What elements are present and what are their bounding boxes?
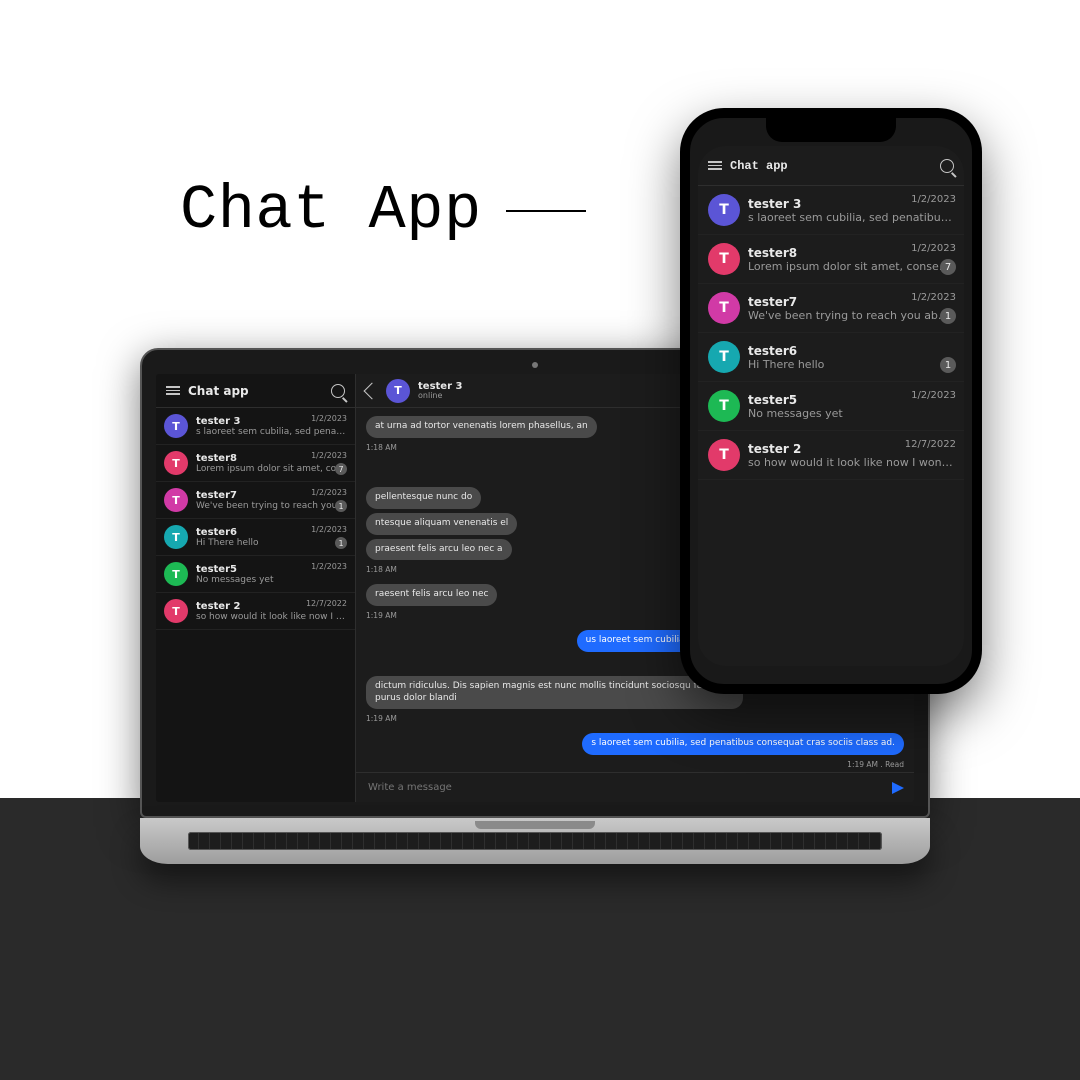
unread-badge: 7 xyxy=(940,259,956,275)
chat-sidebar: Chat app Ttester 3s laoreet sem cubilia,… xyxy=(156,374,356,802)
phone-screen: Chat app Ttester 3s laoreet sem cubilia,… xyxy=(698,146,964,666)
chat-item-preview: Lorem ipsum dolor sit amet, consectet... xyxy=(748,260,954,273)
chat-item-preview: s laoreet sem cubilia, sed penatibus co.… xyxy=(196,427,347,437)
avatar: T xyxy=(164,414,188,438)
chat-item-preview: No messages yet xyxy=(196,575,347,585)
menu-icon[interactable] xyxy=(166,386,180,395)
search-icon[interactable] xyxy=(331,384,345,398)
avatar: T xyxy=(164,599,188,623)
chat-item-date: 1/2/2023 xyxy=(311,525,347,534)
chat-list: Ttester 3s laoreet sem cubilia, sed pena… xyxy=(156,408,355,802)
avatar: T xyxy=(708,390,740,422)
chat-item[interactable]: Ttester6Hi There hello1/2/20231 xyxy=(156,519,355,556)
avatar: T xyxy=(164,488,188,512)
phone-mockup: Chat app Ttester 3s laoreet sem cubilia,… xyxy=(680,108,982,694)
chat-item-date: 1/2/2023 xyxy=(911,194,956,205)
app-title: Chat app xyxy=(730,159,932,173)
unread-badge: 1 xyxy=(335,537,347,549)
chat-item[interactable]: Ttester7We've been trying to reach you a… xyxy=(698,284,964,333)
chat-item[interactable]: Ttester 3s laoreet sem cubilia, sed pena… xyxy=(698,186,964,235)
unread-badge: 1 xyxy=(940,357,956,373)
incoming-message[interactable]: ntesque aliquam venenatis el xyxy=(366,513,517,535)
incoming-message[interactable]: at urna ad tortor venenatis lorem phasel… xyxy=(366,416,597,438)
chat-item-date: 1/2/2023 xyxy=(311,451,347,460)
chat-item[interactable]: Ttester 2so how would it look like now I… xyxy=(698,431,964,480)
message-timestamp: 1:19 AM xyxy=(366,714,904,723)
chat-item-date: 1/2/2023 xyxy=(311,562,347,571)
chat-item-preview: We've been trying to reach you about... xyxy=(748,309,954,322)
chat-item-preview: s laoreet sem cubilia, sed penatibus ... xyxy=(748,211,954,224)
chat-item[interactable]: Ttester6Hi There hello1 xyxy=(698,333,964,382)
chat-item-preview: so how would it look like now I wonder..… xyxy=(196,612,347,622)
laptop-camera xyxy=(532,362,538,368)
avatar: T xyxy=(708,194,740,226)
message-composer xyxy=(356,772,914,802)
incoming-message[interactable]: raesent felis arcu leo nec xyxy=(366,584,497,606)
chat-item[interactable]: Ttester7We've been trying to reach you a… xyxy=(156,482,355,519)
hero-rule xyxy=(506,210,586,212)
send-icon[interactable] xyxy=(892,782,904,794)
message-input[interactable] xyxy=(366,781,892,794)
outgoing-message[interactable]: s laoreet sem cubilia, sed penatibus con… xyxy=(582,733,904,755)
chat-item-preview: No messages yet xyxy=(748,407,954,420)
chat-item-date: 1/2/2023 xyxy=(911,243,956,254)
avatar: T xyxy=(708,341,740,373)
app-title: Chat app xyxy=(188,384,323,398)
chat-item-preview: Hi There hello xyxy=(196,538,347,548)
avatar: T xyxy=(164,562,188,586)
menu-icon[interactable] xyxy=(708,161,722,170)
chat-item-preview: Hi There hello xyxy=(748,358,954,371)
unread-badge: 1 xyxy=(940,308,956,324)
chat-item[interactable]: Ttester8Lorem ipsum dolor sit amet, cons… xyxy=(156,445,355,482)
chat-item-preview: so how would it look like now I wonder; … xyxy=(748,456,954,469)
chat-item-date: 1/2/2023 xyxy=(911,292,956,303)
chat-item-date: 1/2/2023 xyxy=(311,414,347,423)
conversation-avatar[interactable]: T xyxy=(386,379,410,403)
laptop-base xyxy=(140,818,930,864)
chat-item-preview: Lorem ipsum dolor sit amet, consect... xyxy=(196,464,347,474)
incoming-message[interactable]: pellentesque nunc do xyxy=(366,487,481,509)
hero-title-block: Chat App xyxy=(180,175,586,246)
chat-item-date: 12/7/2022 xyxy=(905,439,956,450)
avatar: T xyxy=(164,525,188,549)
avatar: T xyxy=(708,439,740,471)
chat-item[interactable]: Ttester5No messages yet1/2/2023 xyxy=(698,382,964,431)
chat-item[interactable]: Ttester 2so how would it look like now I… xyxy=(156,593,355,630)
conversation-name: tester 3 xyxy=(418,381,462,392)
avatar: T xyxy=(164,451,188,475)
hero-title: Chat App xyxy=(180,175,482,246)
conversation-status: online xyxy=(418,392,462,401)
incoming-message[interactable]: praesent felis arcu leo nec a xyxy=(366,539,512,561)
avatar: T xyxy=(708,243,740,275)
unread-badge: 7 xyxy=(335,463,347,475)
chat-item-preview: We've been trying to reach you abo... xyxy=(196,501,347,511)
chat-item[interactable]: Ttester8Lorem ipsum dolor sit amet, cons… xyxy=(698,235,964,284)
avatar: T xyxy=(708,292,740,324)
chat-item[interactable]: Ttester5No messages yet1/2/2023 xyxy=(156,556,355,593)
chat-item[interactable]: Ttester 3s laoreet sem cubilia, sed pena… xyxy=(156,408,355,445)
chat-list: Ttester 3s laoreet sem cubilia, sed pena… xyxy=(698,186,964,666)
chat-item-date: 1/2/2023 xyxy=(311,488,347,497)
phone-header: Chat app xyxy=(698,146,964,186)
sidebar-header: Chat app xyxy=(156,374,355,408)
laptop-keyboard xyxy=(188,832,882,850)
chat-item-date: 1/2/2023 xyxy=(911,390,956,401)
chat-item-date: 12/7/2022 xyxy=(306,599,347,608)
search-icon[interactable] xyxy=(940,159,954,173)
phone-notch xyxy=(766,118,896,142)
message-timestamp: 1:19 AM . Read xyxy=(847,760,904,769)
chat-item-name: tester6 xyxy=(748,344,954,358)
back-icon[interactable] xyxy=(364,382,381,399)
unread-badge: 1 xyxy=(335,500,347,512)
